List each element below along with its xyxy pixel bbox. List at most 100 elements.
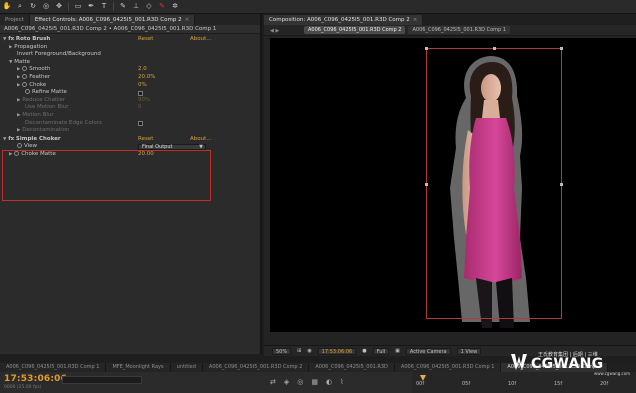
choke-value[interactable]: 0%	[138, 82, 147, 90]
reset-link[interactable]: Reset	[138, 36, 153, 44]
draft-3d-icon[interactable]: ◈	[284, 378, 289, 386]
zoom-dropdown[interactable]: 50%	[272, 347, 292, 355]
timeline-tab[interactable]: untitled	[170, 363, 203, 372]
region-icon[interactable]: ▣	[395, 348, 400, 354]
comp-subtab[interactable]: A006_C096_0425I5_001.R3D Comp 1	[408, 26, 510, 34]
motion-blur-icon[interactable]: ◐	[326, 378, 332, 386]
property-matte[interactable]: ▼ Matte	[0, 59, 260, 67]
roto-brush-icon[interactable]: ✎	[158, 3, 166, 11]
toolbar-divider	[113, 2, 114, 11]
about-link[interactable]: About...	[190, 36, 212, 44]
transform-handle[interactable]	[425, 183, 428, 186]
twirl-down-icon[interactable]: ▼	[9, 60, 12, 65]
hide-layers-icon[interactable]: ◎	[297, 378, 303, 386]
property-choke[interactable]: ▶ Choke 0%	[0, 81, 260, 90]
resolution-dropdown[interactable]: Full	[372, 347, 390, 355]
stopwatch-icon[interactable]	[22, 66, 28, 72]
clone-icon[interactable]: ⊥	[132, 3, 140, 11]
twirl-right-icon[interactable]: ▶	[17, 98, 20, 103]
pan-behind-icon[interactable]: ✥	[55, 3, 63, 11]
close-icon[interactable]: ×	[413, 17, 418, 23]
timeline-search-input[interactable]	[62, 376, 142, 384]
refine-matte-checkbox[interactable]	[138, 90, 143, 96]
transform-handle[interactable]	[560, 183, 563, 186]
twirl-down-icon[interactable]: ▼	[3, 37, 6, 42]
property-decontaminate[interactable]: Decontaminate Edge Colors	[0, 120, 260, 128]
timeline-tab[interactable]: A006_C096_0425I5_001.R3D	[309, 363, 395, 372]
reset-link[interactable]: Reset	[138, 136, 153, 144]
camera-icon[interactable]: ◎	[42, 3, 50, 11]
property-refine-matte[interactable]: Refine Matte	[0, 89, 260, 97]
transform-handle[interactable]	[560, 47, 563, 50]
timeline-tab[interactable]: A006_C096_0425I5_001.R3D Comp 1	[0, 363, 107, 372]
property-invert[interactable]: Invert Foreground/Background	[0, 51, 260, 59]
current-time[interactable]: 17:53:06:06	[4, 374, 67, 384]
puppet-icon[interactable]: ✲	[171, 3, 179, 11]
rgb-icon[interactable]: ●	[362, 348, 366, 354]
twirl-right-icon[interactable]: ▶	[17, 128, 20, 133]
twirl-right-icon[interactable]: ▶	[17, 75, 20, 80]
effect-simple-choker[interactable]: ▼ fx Simple Choker Reset About...	[0, 136, 260, 144]
twirl-right-icon[interactable]: ▶	[17, 113, 20, 118]
motion-blur-value[interactable]: 0	[138, 104, 142, 112]
feather-value[interactable]: 20.0%	[138, 74, 155, 82]
zoom-icon[interactable]: ⌕	[16, 3, 24, 11]
rotate-icon[interactable]: ↻	[29, 3, 37, 11]
property-propagation[interactable]: ▶ Propagation	[0, 44, 260, 52]
timeline-tab[interactable]: A006_C096_0425I5_001.R3D Comp 1	[394, 363, 502, 372]
comp-nav-arrows[interactable]: ◀ ▶	[270, 28, 279, 34]
smooth-value[interactable]: 2.0	[138, 66, 147, 74]
property-decontamination[interactable]: ▶ Decontamination	[0, 127, 260, 135]
camera-snapshot-icon[interactable]: ◉	[307, 348, 311, 354]
timeline-tab[interactable]: A006_C096_0425I5_001.R3D Comp 2	[202, 363, 310, 372]
panel-tabs: Composition: A006_C096_0425I5_001.R3D Co…	[264, 14, 636, 25]
twirl-right-icon[interactable]: ▶	[17, 67, 20, 72]
ruler-tick: 15f	[554, 381, 563, 387]
frame-blending-icon[interactable]: ▦	[311, 378, 318, 386]
grid-icon[interactable]: ⊞	[297, 348, 301, 354]
decontaminate-checkbox[interactable]	[138, 121, 143, 127]
hand-icon[interactable]: ✋	[3, 3, 12, 11]
viewer-timecode[interactable]: 17:53:06:06	[317, 347, 357, 355]
property-feather[interactable]: ▶ Feather 20.0%	[0, 73, 260, 82]
tab-effect-controls[interactable]: Effect Controls: A006_C096_0425I5_001.R3…	[29, 15, 196, 25]
effect-controls-panel: Project Effect Controls: A006_C096_0425I…	[0, 14, 262, 354]
property-reduce-chatter[interactable]: ▶ Reduce Chatter 90%	[0, 97, 260, 105]
twirl-down-icon[interactable]: ▼	[3, 137, 6, 142]
comp-subtab[interactable]: A006_C096_0425I5_001.R3D Comp 2	[304, 26, 406, 34]
eraser-icon[interactable]: ◇	[145, 3, 153, 11]
pen-icon[interactable]: ✒	[87, 3, 95, 11]
toolbar-divider	[68, 2, 69, 11]
property-use-motion-blur[interactable]: Use Motion Blur 0	[0, 104, 260, 112]
reduce-chatter-value[interactable]: 90%	[138, 97, 150, 105]
twirl-right-icon[interactable]: ▶	[17, 83, 20, 88]
comp-subtabs: A006_C096_0425I5_001.R3D Comp 2 A006_C09…	[264, 25, 636, 36]
stopwatch-icon[interactable]	[25, 89, 30, 95]
property-smooth[interactable]: ▶ Smooth 2.0	[0, 66, 260, 74]
ruler-tick: 20f	[600, 381, 609, 387]
twirl-right-icon[interactable]: ▶	[9, 45, 12, 50]
tab-project[interactable]: Project	[0, 15, 30, 25]
transform-handle[interactable]	[425, 47, 428, 50]
stopwatch-icon[interactable]	[17, 143, 22, 149]
tab-composition[interactable]: Composition: A006_C096_0425I5_001.R3D Co…	[264, 15, 424, 25]
effect-roto-brush[interactable]: ▼ fx Roto Brush Reset About...	[0, 36, 260, 44]
watermark-logo	[511, 354, 527, 370]
rectangle-icon[interactable]: ▭	[74, 3, 82, 11]
close-icon[interactable]: ×	[185, 17, 190, 23]
panel-tabs: Project Effect Controls: A006_C096_0425I…	[0, 14, 260, 25]
brush-icon[interactable]: ✎	[119, 3, 127, 11]
views-dropdown[interactable]: 1 View	[456, 347, 482, 355]
property-motion-blur[interactable]: ▶ Motion Blur	[0, 112, 260, 120]
stopwatch-icon[interactable]	[22, 81, 28, 87]
text-icon[interactable]: T	[100, 3, 108, 11]
about-link[interactable]: About...	[190, 136, 212, 144]
stopwatch-icon[interactable]	[22, 73, 28, 79]
fx-icon: fx	[8, 135, 15, 142]
transform-handle[interactable]	[493, 47, 496, 50]
graph-editor-icon[interactable]: ⌇	[340, 378, 343, 386]
timeline-tab[interactable]: MFE_Moonlight Rays	[106, 363, 171, 372]
camera-dropdown[interactable]: Active Camera	[405, 347, 451, 355]
composition-viewer[interactable]	[270, 38, 636, 332]
comp-mini-flowchart-icon[interactable]: ⇄	[270, 378, 276, 386]
